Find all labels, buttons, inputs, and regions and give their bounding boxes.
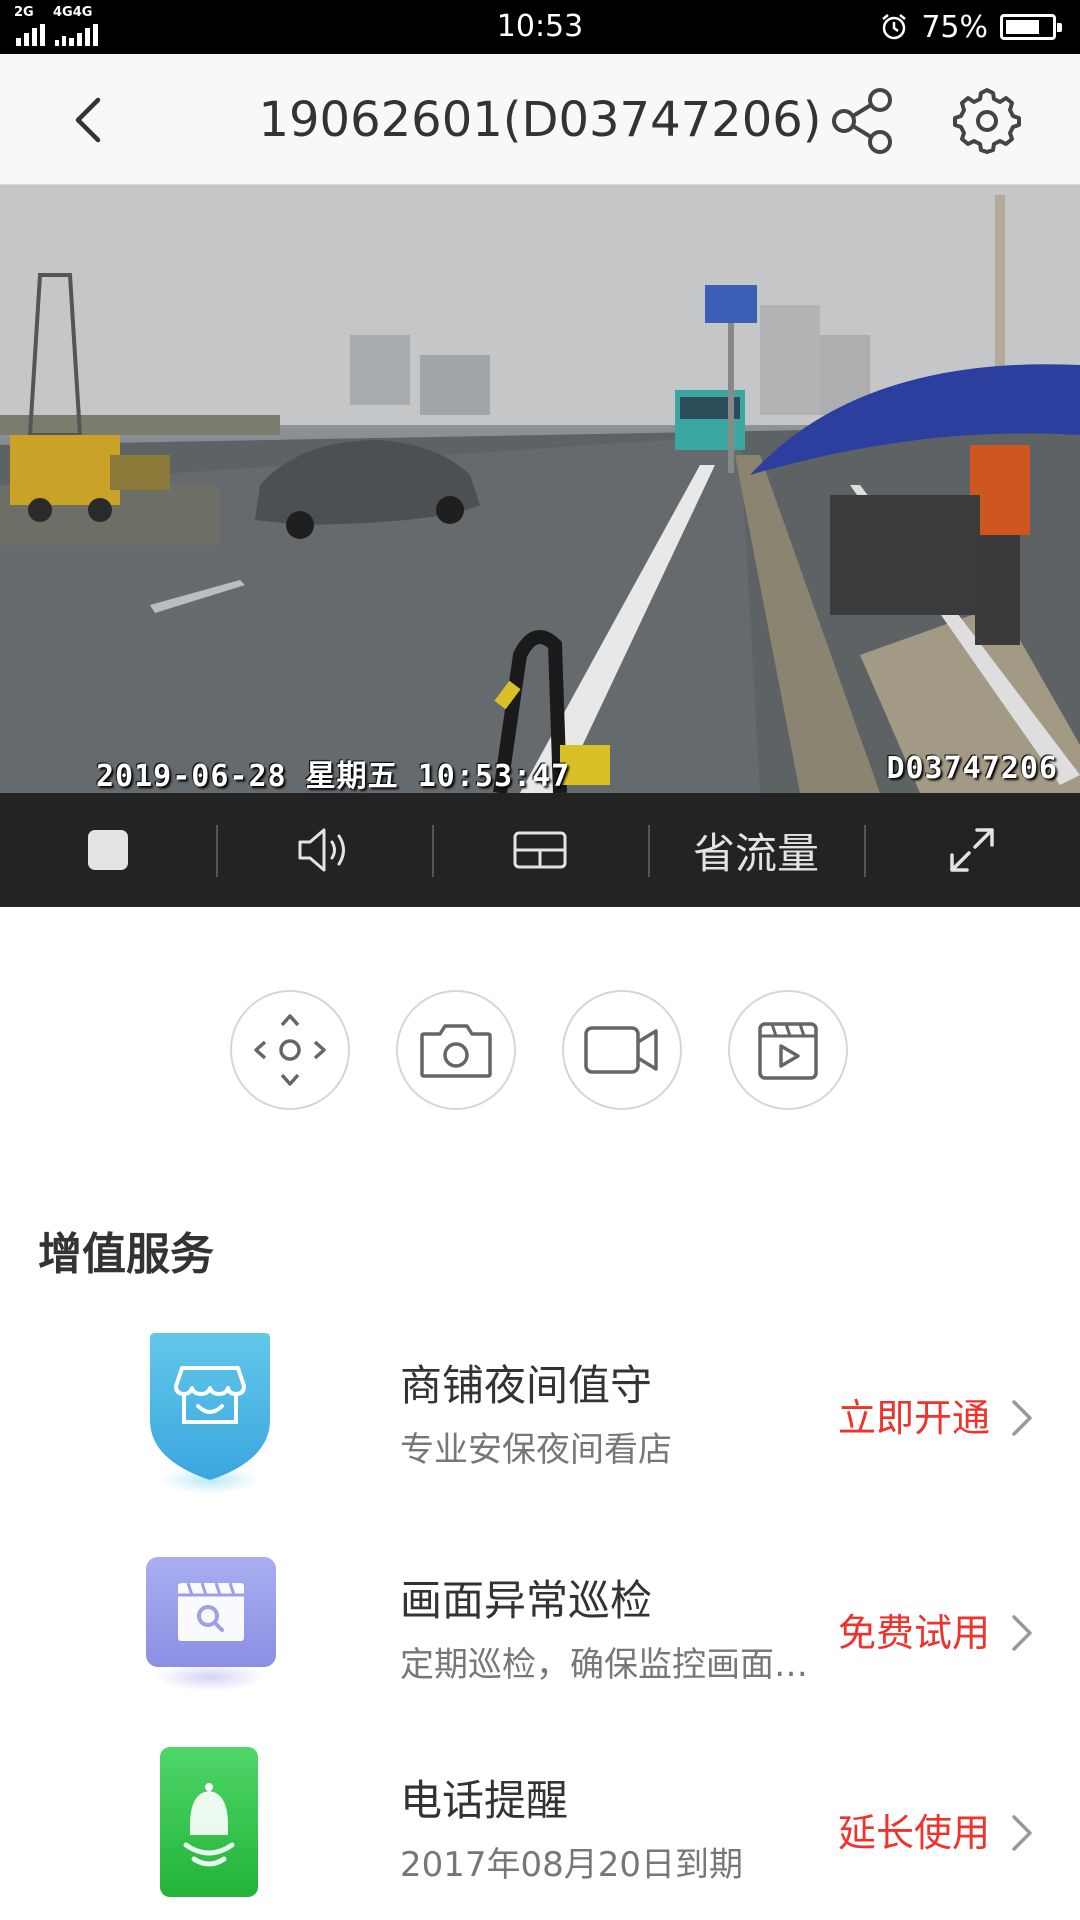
service-name: 商铺夜间值守 <box>400 1361 653 1410</box>
snapshot-button[interactable] <box>396 990 516 1110</box>
stop-icon <box>88 830 128 870</box>
battery-percent: 75% <box>921 9 988 45</box>
service-desc: 专业安保夜间看店 <box>400 1430 672 1470</box>
playback-icon <box>758 1022 818 1080</box>
expand-icon <box>950 828 994 872</box>
camera-icon <box>420 1024 492 1078</box>
playback-button[interactable] <box>728 990 848 1110</box>
chevron-right-icon <box>1012 1400 1032 1436</box>
shop-shield-icon <box>140 1330 280 1510</box>
ptz-control-button[interactable] <box>230 990 350 1110</box>
save-flow-label: 省流量 <box>692 828 819 878</box>
service-action[interactable]: 延长使用 <box>838 1805 990 1861</box>
service-name: 电话提醒 <box>400 1776 569 1825</box>
chevron-right-icon <box>1012 1615 1032 1651</box>
gear-icon[interactable] <box>950 84 1024 158</box>
status-bar: 2G 4G4G 10:53 75% <box>0 0 1080 54</box>
video-control-bar: 省流量 <box>0 793 1080 907</box>
service-name: 画面异常巡检 <box>400 1576 653 1625</box>
services-title: 增值服务 <box>38 1229 214 1280</box>
title-bar: 19062601(D03747206) <box>0 54 1080 185</box>
video-frame <box>0 185 1080 793</box>
speaker-icon <box>298 828 345 872</box>
service-desc: 2017年08月20日到期 <box>400 1845 744 1885</box>
inspection-icon <box>140 1545 280 1725</box>
action-buttons <box>230 990 848 1110</box>
service-action[interactable]: 免费试用 <box>838 1605 990 1661</box>
service-desc: 定期巡检，确保监控画面正常 <box>400 1645 820 1685</box>
battery-icon <box>1000 14 1062 40</box>
video-camera-icon <box>584 1026 658 1074</box>
sound-button[interactable] <box>216 793 432 907</box>
service-item-phone-alert[interactable]: 电话提醒 2017年08月20日到期 延长使用 <box>0 1745 1080 1920</box>
page-title: 19062601(D03747206) <box>258 92 822 148</box>
grid-icon <box>513 831 567 869</box>
chevron-left-icon[interactable] <box>60 90 120 150</box>
video-device-id: D03747206 <box>886 751 1058 786</box>
quality-button[interactable] <box>432 793 648 907</box>
video-timestamp: 2019-06-28 星期五 10:53:47 <box>96 759 571 793</box>
direction-pad-icon <box>254 1014 326 1086</box>
save-flow-button[interactable]: 省流量 <box>648 793 864 907</box>
fullscreen-button[interactable] <box>864 793 1080 907</box>
status-right: 75% <box>879 9 1062 45</box>
service-item-night-watch[interactable]: 商铺夜间值守 专业安保夜间看店 立即开通 <box>0 1330 1080 1510</box>
stop-button[interactable] <box>0 793 216 907</box>
alarm-icon <box>882 14 907 40</box>
bell-icon <box>140 1745 280 1920</box>
record-button[interactable] <box>562 990 682 1110</box>
live-video-view[interactable]: 2019-06-28 星期五 10:53:47 D03747206 <box>0 185 1080 793</box>
service-item-inspection[interactable]: 画面异常巡检 定期巡检，确保监控画面正常 免费试用 <box>0 1545 1080 1725</box>
share-icon[interactable] <box>826 84 900 158</box>
service-action[interactable]: 立即开通 <box>838 1390 990 1446</box>
chevron-right-icon <box>1012 1815 1032 1851</box>
